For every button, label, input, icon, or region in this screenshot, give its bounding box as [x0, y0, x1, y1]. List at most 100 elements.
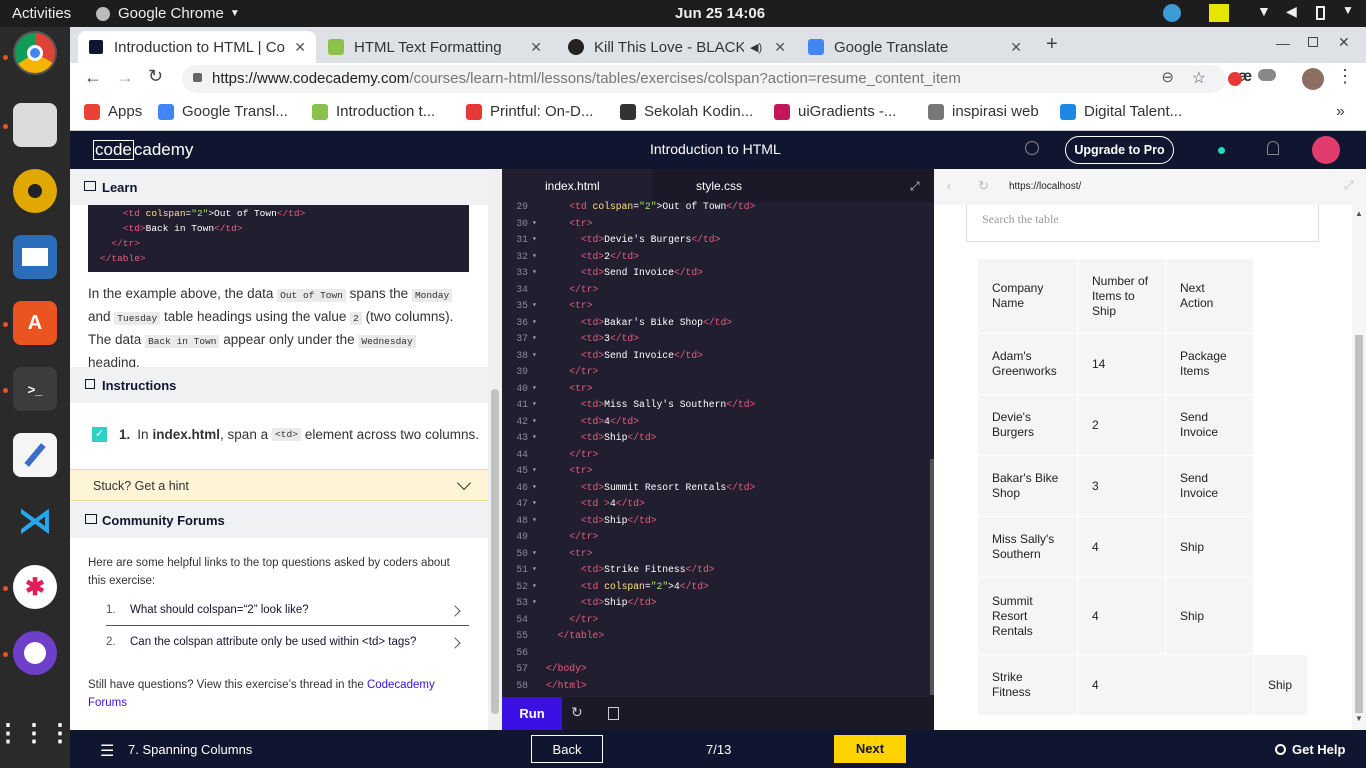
preview-reload-icon[interactable]: ↻ [978, 178, 989, 194]
tab-introduction-html[interactable]: Introduction to HTML | Co ✕ [78, 31, 316, 63]
audio-playing-icon[interactable]: ◀) [750, 41, 762, 54]
task-complete-checkbox[interactable]: ✓ [92, 427, 107, 442]
bookmark-google-translate[interactable]: Google Transl... [158, 103, 288, 120]
restore-button[interactable] [1308, 37, 1318, 47]
rhythmbox-icon[interactable] [13, 169, 57, 213]
code-line[interactable]: 53 ▾ <td>Ship</td> [502, 595, 934, 612]
files-icon[interactable] [13, 103, 57, 147]
bookmark-apps[interactable]: Apps [84, 103, 142, 120]
code-line[interactable]: 38 ▾ <td>Send Invoice</td> [502, 348, 934, 365]
more-bookmarks-icon[interactable]: » [1336, 103, 1345, 121]
code-line[interactable]: 30 ▾ <tr> [502, 216, 934, 233]
preview-fullscreen-icon[interactable]: ⤢ [1344, 178, 1354, 193]
bookmark-digital-talent[interactable]: Digital Talent... [1060, 103, 1182, 120]
minimize-button[interactable]: — [1276, 35, 1290, 51]
preview-back-icon[interactable]: ‹ [947, 179, 951, 193]
volume-icon[interactable]: ◀ [1286, 3, 1297, 20]
code-line[interactable]: 37 ▾ <td>3</td> [502, 331, 934, 348]
tab-kill-this-love[interactable]: Kill This Love - BLACKP ◀) ✕ [558, 31, 796, 63]
code-line[interactable]: 50 ▾ <tr> [502, 546, 934, 563]
terminal-icon[interactable]: >_ [13, 367, 57, 411]
new-tab-button[interactable]: + [1046, 33, 1058, 56]
bookmark-printful[interactable]: Printful: On-D... [466, 103, 593, 120]
forward-icon[interactable]: → [116, 67, 134, 88]
code-line[interactable]: 56 [502, 645, 934, 662]
copy-icon[interactable] [608, 707, 619, 720]
power-menu-icon[interactable]: ▼ [1342, 3, 1354, 17]
reload-icon[interactable]: ↻ [148, 66, 163, 87]
battery-icon[interactable] [1316, 6, 1325, 20]
code-line[interactable]: 54 </tr> [502, 612, 934, 629]
code-line[interactable]: 57 </body> [502, 661, 934, 678]
clock[interactable]: Jun 25 14:06 [675, 5, 765, 22]
extension-cloud-icon[interactable] [1258, 69, 1276, 81]
forum-link-2[interactable]: 2. Can the colspan attribute only be use… [106, 633, 469, 658]
tab-index-html[interactable]: index.html [502, 169, 652, 202]
profile-avatar[interactable] [1302, 68, 1324, 90]
code-line[interactable]: 51 ▾ <td>Strike Fitness</td> [502, 562, 934, 579]
code-line[interactable]: 36 ▾ <td>Bakar's Bike Shop</td> [502, 315, 934, 332]
writer-icon[interactable] [13, 235, 57, 279]
code-line[interactable]: 45 ▾ <tr> [502, 463, 934, 480]
code-line[interactable]: 33 ▾ <td>Send Invoice</td> [502, 265, 934, 282]
close-window-button[interactable]: ✕ [1338, 34, 1350, 51]
hint-bar[interactable]: Stuck? Get a hint [70, 469, 488, 501]
code-line[interactable]: 44 </tr> [502, 447, 934, 464]
reset-icon[interactable]: ↻ [571, 704, 583, 721]
tab-google-translate[interactable]: Google Translate ✕ [798, 31, 1032, 63]
code-line[interactable]: 31 ▾ <td>Devie's Burgers</td> [502, 232, 934, 249]
next-button[interactable]: Next [834, 735, 906, 763]
back-button[interactable]: Back [531, 735, 603, 763]
address-bar[interactable]: https://www.codecademy.com/courses/learn… [182, 65, 1226, 93]
code-line[interactable]: 32 ▾ <td>2</td> [502, 249, 934, 266]
code-line[interactable]: 40 ▾ <tr> [502, 381, 934, 398]
code-line[interactable]: 52 ▾ <td colspan="2">4</td> [502, 579, 934, 596]
scroll-up-icon[interactable]: ▲ [1355, 209, 1363, 218]
vscode-icon[interactable]: ⋊ [13, 499, 57, 543]
learn-scrollbar[interactable] [488, 169, 502, 730]
extension-record-icon[interactable] [1228, 72, 1242, 86]
code-line[interactable]: 41 ▾ <td>Miss Sally's Southern</td> [502, 397, 934, 414]
get-help-button[interactable]: Get Help [1275, 742, 1345, 757]
forum-link-1[interactable]: 1. What should colspan=“2” look like? [106, 601, 469, 626]
menu-icon[interactable]: ☰ [100, 741, 114, 761]
app-menu[interactable]: Google Chrome ▼ [96, 5, 240, 22]
zoom-icon[interactable]: ⊖ [1161, 68, 1174, 86]
chrome-menu-icon[interactable]: ⋮ [1336, 66, 1354, 87]
chrome-icon[interactable] [13, 31, 57, 75]
back-icon[interactable]: ← [84, 67, 102, 88]
bookmark-sekolah-koding[interactable]: Sekolah Kodin... [620, 103, 753, 120]
user-avatar[interactable] [1312, 136, 1340, 164]
expand-icon[interactable]: ⤢ [910, 179, 920, 194]
scrollbar-thumb[interactable] [491, 389, 499, 714]
preview-scrollbar[interactable]: ▲ ▼ [1352, 205, 1366, 730]
code-line[interactable]: 42 ▾ <td>4</td> [502, 414, 934, 431]
code-line[interactable]: 39 </tr> [502, 364, 934, 381]
notifications-bell-icon[interactable] [1267, 141, 1279, 155]
tray-slack-icon[interactable] [1163, 4, 1181, 22]
code-line[interactable]: 34 </tr> [502, 282, 934, 299]
table-search-input[interactable]: Search the table [966, 205, 1319, 242]
software-icon[interactable]: A [13, 301, 57, 345]
tray-notes-icon[interactable] [1209, 4, 1229, 22]
activities-button[interactable]: Activities [12, 5, 71, 22]
run-button[interactable]: Run [502, 697, 562, 730]
bookmark-introduction[interactable]: Introduction t... [312, 103, 435, 120]
scroll-down-icon[interactable]: ▼ [1355, 714, 1363, 723]
wifi-icon[interactable]: ▼ [1257, 3, 1271, 19]
code-line[interactable]: 46 ▾ <td>Summit Resort Rentals</td> [502, 480, 934, 497]
codecademy-logo[interactable]: code cademy [93, 140, 193, 160]
slack-icon[interactable]: ✱ [13, 565, 57, 609]
text-editor-icon[interactable] [13, 433, 57, 477]
code-line[interactable]: 49 </tr> [502, 529, 934, 546]
code-area[interactable]: 29 <td colspan="2">Out of Town</td> 30 ▾ <… [502, 199, 934, 694]
close-tab-icon[interactable]: ✕ [294, 39, 306, 56]
scrollbar-thumb[interactable] [1355, 335, 1363, 713]
code-line[interactable]: 43 ▾ <td>Ship</td> [502, 430, 934, 447]
close-tab-icon[interactable]: ✕ [530, 39, 542, 56]
tab-style-css[interactable]: style.css [696, 169, 742, 202]
alarm-icon[interactable] [1025, 141, 1039, 155]
bookmark-star-icon[interactable]: ☆ [1192, 68, 1206, 88]
code-line[interactable]: 35 ▾ <tr> [502, 298, 934, 315]
bookmark-uigradients[interactable]: uiGradients -... [774, 103, 896, 120]
